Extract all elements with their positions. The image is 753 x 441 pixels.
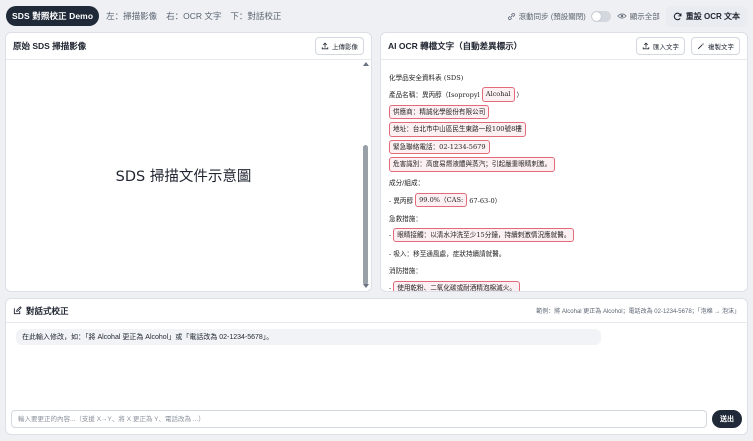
refresh-icon [673, 12, 682, 21]
diff-highlight[interactable]: Alcohal [481, 87, 515, 102]
copy-text-button[interactable]: 複製文字 [691, 37, 740, 55]
scroll-thumb[interactable] [363, 145, 368, 285]
chat-examples: 範例：將 Alcohal 更正為 Alcohol；電話改為 02-1234-56… [536, 309, 740, 315]
scroll-sync-label: 滾動同步 (預設關閉) [518, 11, 586, 21]
send-button[interactable]: 送出 [712, 410, 742, 428]
ocr-segment: 急救措施： [389, 214, 422, 223]
chat-message: 在此輸入修改，如：「將 Alcohal 更正為 Alcohol」或「電話改為 0… [16, 329, 601, 345]
hint-right: 右：OCR 文字 [166, 11, 222, 21]
scroll-sync-switch[interactable] [590, 10, 611, 22]
diff-highlight[interactable]: 地址：台北市中山區民生東路一段100號8樓 [389, 122, 526, 137]
chat-message-text: 在此輸入修改，如：「將 Alcohal 更正為 Alcohol」或「電話改為 0… [22, 334, 274, 341]
diff-highlight[interactable]: 眼睛接觸：以清水沖洗至少15分鐘，持續刺激情況應就醫。 [393, 227, 575, 243]
ocr-line: - 異丙醇 99.0%（CAS: 67-63-0） [389, 191, 574, 209]
copy-text-label: 複製文字 [708, 44, 734, 51]
scan-placeholder: SDS 掃描文件示意圖 [115, 169, 252, 185]
ocr-line: - 眼睛接觸：以清水沖洗至少15分鐘，持續刺激情況應就醫。 [389, 226, 575, 244]
scan-panel-title: 原始 SDS 掃描影像 [13, 41, 87, 51]
ocr-line: 危害識別：高度易燃液體與蒸汽；引起嚴重眼睛刺激。 [389, 156, 574, 174]
scroll-sync-toggle[interactable]: 滾動同步 (預設關閉) [507, 10, 611, 22]
link-icon [507, 12, 516, 21]
scroll-up-arrow-icon[interactable] [363, 62, 369, 66]
ocr-line: 地址：台北市中山區民生東路一段100號8樓 [389, 121, 574, 139]
import-text-label: 匯入文字 [653, 44, 679, 51]
ocr-segment: 成分/組成： [389, 179, 425, 188]
ocr-segment: - [389, 283, 392, 292]
ocr-segment: 化學品安全資料表 (SDS) [389, 73, 464, 82]
ocr-segment: ） [516, 91, 524, 100]
ocr-line: 成分/組成： [389, 174, 574, 192]
diff-highlight[interactable]: 緊急聯絡電話：02-1234-5679 [389, 139, 490, 155]
upload-icon [321, 42, 329, 50]
ocr-segment: 產品名稱：異丙醇（Isopropyl [389, 91, 480, 100]
diff-highlight[interactable]: 使用乾粉、二氧化碳或耐酒精泡棉滅火。 [393, 280, 520, 291]
diff-highlight[interactable]: 危害識別：高度易燃液體與蒸汽；引起嚴重眼睛刺激。 [389, 157, 556, 173]
ocr-text[interactable]: 化學品安全資料表 (SDS) 產品名稱：異丙醇（Isopropyl Alcohal）… [389, 68, 575, 292]
ocr-line: 緊急聯絡電話：02-1234-5679 [389, 138, 574, 156]
diff-highlight[interactable]: 99.0%（CAS: [415, 192, 468, 208]
eye-icon [617, 12, 627, 20]
layout-hints: 左：掃描影像 右：OCR 文字 下：對話校正 [106, 10, 281, 22]
show-all-toggle[interactable]: 顯示全部 [617, 11, 660, 22]
ocr-panel: AI OCR 轉檔文字（自動差異標示） 匯入文字 複製文字 化學品安全資料表 (… [380, 32, 748, 292]
hint-bottom: 下：對話校正 [230, 11, 282, 21]
wand-icon [697, 42, 705, 50]
ocr-line: 急救措施： [389, 209, 574, 227]
reset-ocr-button[interactable]: 重設 OCR 文本 [665, 5, 747, 27]
ocr-line: 供應商：精誠化學股份有限公司 [389, 103, 574, 121]
app-brand: SDS 對照校正 Demo [6, 6, 100, 26]
hint-left: 左：掃描影像 [106, 11, 158, 21]
chat-input[interactable] [11, 410, 707, 428]
ocr-line: 化學品安全資料表 (SDS) [389, 68, 574, 86]
upload-icon [642, 42, 650, 50]
upload-image-button[interactable]: 上傳影像 [315, 37, 364, 55]
diff-highlight[interactable]: 供應商：精誠化學股份有限公司 [389, 104, 490, 120]
chat-panel: 對話式校正 範例：將 Alcohal 更正為 Alcohol；電話改為 02-1… [5, 298, 748, 435]
scroll-down-arrow-icon[interactable] [363, 284, 369, 288]
reset-ocr-label: 重設 OCR 文本 [685, 11, 740, 21]
ocr-segment: 消防措施： [389, 267, 422, 276]
ocr-segment: - 吸入：移至通風處，症狀持續請就醫。 [389, 249, 506, 258]
ocr-line: - 吸入：移至通風處，症狀持續請就醫。 [389, 244, 574, 262]
ocr-line: 消防措施： [389, 262, 574, 280]
ocr-line: - 使用乾粉、二氧化碳或耐酒精泡棉滅火。 [389, 279, 574, 292]
ocr-line: 產品名稱：異丙醇（Isopropyl Alcohal） [389, 86, 574, 104]
chat-title: 對話式校正 [26, 305, 69, 316]
ocr-segment: 67-63-0） [469, 196, 502, 205]
scan-scrollbar[interactable] [362, 61, 370, 289]
scan-image-area: SDS 掃描文件示意圖 [6, 60, 361, 291]
upload-image-label: 上傳影像 [332, 44, 358, 51]
scan-panel: 原始 SDS 掃描影像 上傳影像 SDS 掃描文件示意圖 [5, 32, 372, 292]
ocr-segment: - [389, 231, 392, 240]
ocr-panel-title: AI OCR 轉檔文字（自動差異標示） [388, 41, 523, 51]
app-header: SDS 對照校正 Demo 左：掃描影像 右：OCR 文字 下：對話校正 滾動同… [0, 0, 753, 32]
edit-icon [13, 306, 22, 315]
import-text-button[interactable]: 匯入文字 [636, 37, 685, 55]
show-all-label: 顯示全部 [629, 11, 660, 21]
ocr-segment: - 異丙醇 [389, 196, 414, 205]
